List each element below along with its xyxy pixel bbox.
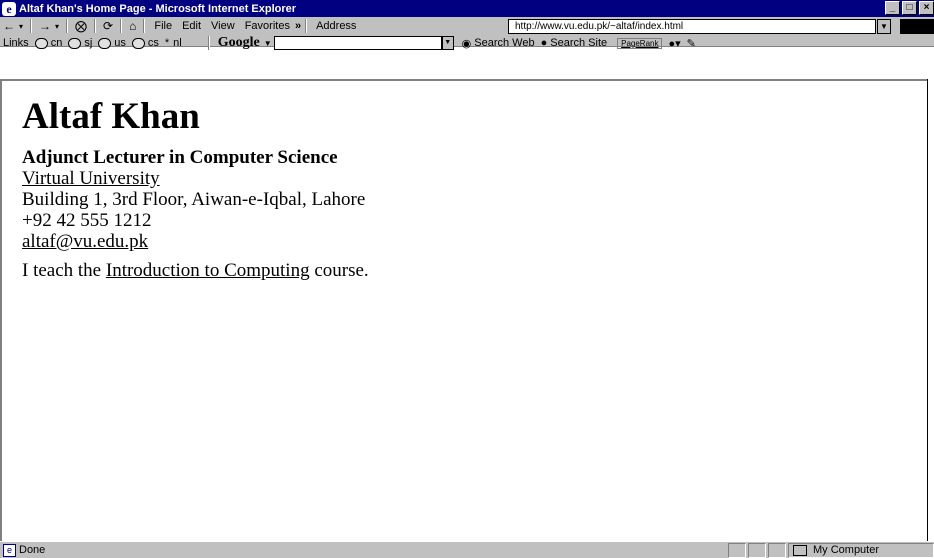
title-bar: e Altaf Khan's Home Page - Microsoft Int…: [0, 0, 934, 17]
link-page-icon: [131, 37, 145, 49]
home-icon: ⌂: [129, 19, 137, 33]
status-pane-lock: [748, 543, 766, 558]
zone-label: My Computer: [813, 544, 880, 556]
address-dropdown-icon[interactable]: ▼: [877, 19, 891, 34]
link-nl[interactable]: * nl: [165, 37, 188, 49]
link-cn[interactable]: cn: [34, 37, 69, 49]
google-logo[interactable]: Google: [214, 35, 264, 51]
highlighter-icon[interactable]: ✎: [687, 37, 696, 50]
page-heading: Altaf Khan: [22, 96, 200, 137]
search-web-button[interactable]: ◉ Search Web: [462, 37, 541, 50]
stop-button[interactable]: ⨂: [72, 19, 90, 34]
forward-arrow-icon: →: [39, 19, 52, 33]
google-menu-dropdown-icon[interactable]: ▼: [264, 39, 272, 48]
page-content: Altaf Khan Adjunct Lecturer in Computer …: [0, 79, 927, 541]
phone-text: +92 42 555 1212: [22, 210, 152, 231]
window-controls: _ □ ×: [883, 1, 934, 15]
binoculars-icon: ◉: [461, 37, 472, 50]
refresh-button[interactable]: ⟳: [100, 19, 116, 34]
google-search-dropdown-icon[interactable]: ▼: [441, 36, 454, 50]
back-button[interactable]: ← ▾: [0, 19, 26, 34]
search-site-label: Search Site: [550, 37, 608, 49]
separator: [94, 19, 97, 33]
separator: [30, 19, 33, 33]
go-button[interactable]: [900, 19, 934, 34]
menu-view[interactable]: View: [206, 20, 240, 32]
link-page-icon: [68, 37, 82, 49]
address-bar-input[interactable]: http://www.vu.edu.pk/~altaf/index.html: [508, 19, 876, 34]
status-text: Done: [19, 544, 46, 556]
separator: [207, 36, 210, 50]
separator: [66, 19, 69, 33]
link-page-icon: [98, 37, 112, 49]
menu-file[interactable]: File: [149, 20, 177, 32]
link-page-icon: [34, 37, 48, 49]
menu-favorites[interactable]: Favorites: [240, 20, 295, 32]
security-zone-pane: My Computer: [788, 543, 934, 558]
status-panes: My Computer: [726, 543, 934, 558]
search-site-icon: ●: [540, 37, 548, 49]
links-label: Links: [3, 37, 29, 49]
minimize-button[interactable]: _: [885, 1, 900, 15]
close-button[interactable]: ×: [919, 1, 934, 15]
ie-icon: e: [2, 1, 16, 16]
home-button[interactable]: ⌂: [126, 19, 139, 34]
search-web-label: Search Web: [474, 37, 535, 49]
stop-icon: ⨂: [75, 19, 88, 33]
separator: [120, 19, 123, 33]
back-dropdown-icon[interactable]: ▾: [19, 22, 23, 31]
address-label: Address: [316, 20, 357, 32]
teaching-prefix: I teach the: [22, 260, 106, 281]
separator: [305, 19, 308, 33]
position-title: Adjunct Lecturer in Computer Science: [22, 147, 338, 168]
forward-dropdown-icon[interactable]: ▾: [55, 22, 59, 31]
address-text: Building 1, 3rd Floor, Aiwan-e-Iqbal, La…: [22, 189, 366, 210]
refresh-icon: ⟳: [103, 19, 114, 33]
link-us-label: us: [114, 37, 126, 49]
back-arrow-icon: ←: [3, 19, 15, 33]
asterisk-icon: *: [164, 37, 170, 49]
email-link[interactable]: altaf@vu.edu.pk: [22, 231, 148, 252]
link-cs[interactable]: cs: [131, 37, 165, 49]
status-bar: e Done My Computer: [0, 541, 934, 558]
links-google-row: Links cn sj us cs * nl Google ▼ ▼ ◉ Search…: [0, 35, 696, 51]
status-pane-blank: [768, 543, 786, 558]
search-site-button[interactable]: ● Search Site: [541, 37, 614, 49]
maximize-button[interactable]: □: [902, 1, 917, 15]
teaching-paragraph: I teach the Introduction to Computing co…: [22, 260, 907, 281]
menu-edit[interactable]: Edit: [177, 20, 206, 32]
window-title: Altaf Khan's Home Page - Microsoft Inter…: [19, 2, 297, 15]
separator: [143, 19, 146, 33]
link-cs-label: cs: [147, 37, 159, 49]
course-link[interactable]: Introduction to Computing: [106, 260, 310, 281]
status-pane-progress: [728, 543, 746, 558]
computer-icon: [793, 545, 807, 556]
link-us[interactable]: us: [98, 37, 132, 49]
google-search-input[interactable]: [273, 36, 442, 50]
menu-overflow-chevron-icon[interactable]: »: [295, 20, 301, 32]
pagerank-indicator[interactable]: PageRank: [617, 37, 663, 49]
vertical-scrollbar[interactable]: [927, 79, 934, 541]
page-status-icon: e: [3, 543, 16, 557]
toolbar-area: ← ▾ → ▾ ⨂ ⟳ ⌂ File Edit View Favorites »…: [0, 17, 934, 50]
link-sj[interactable]: sj: [68, 37, 98, 49]
teaching-suffix: course.: [309, 260, 369, 281]
link-nl-label: nl: [173, 37, 182, 49]
nav-menu-row: ← ▾ → ▾ ⨂ ⟳ ⌂ File Edit View Favorites »…: [0, 18, 361, 34]
link-cn-label: cn: [50, 37, 63, 49]
link-sj-label: sj: [84, 37, 93, 49]
forward-button[interactable]: → ▾: [36, 19, 62, 34]
options-icon[interactable]: ●▾: [668, 37, 680, 50]
university-link[interactable]: Virtual University: [22, 168, 160, 189]
